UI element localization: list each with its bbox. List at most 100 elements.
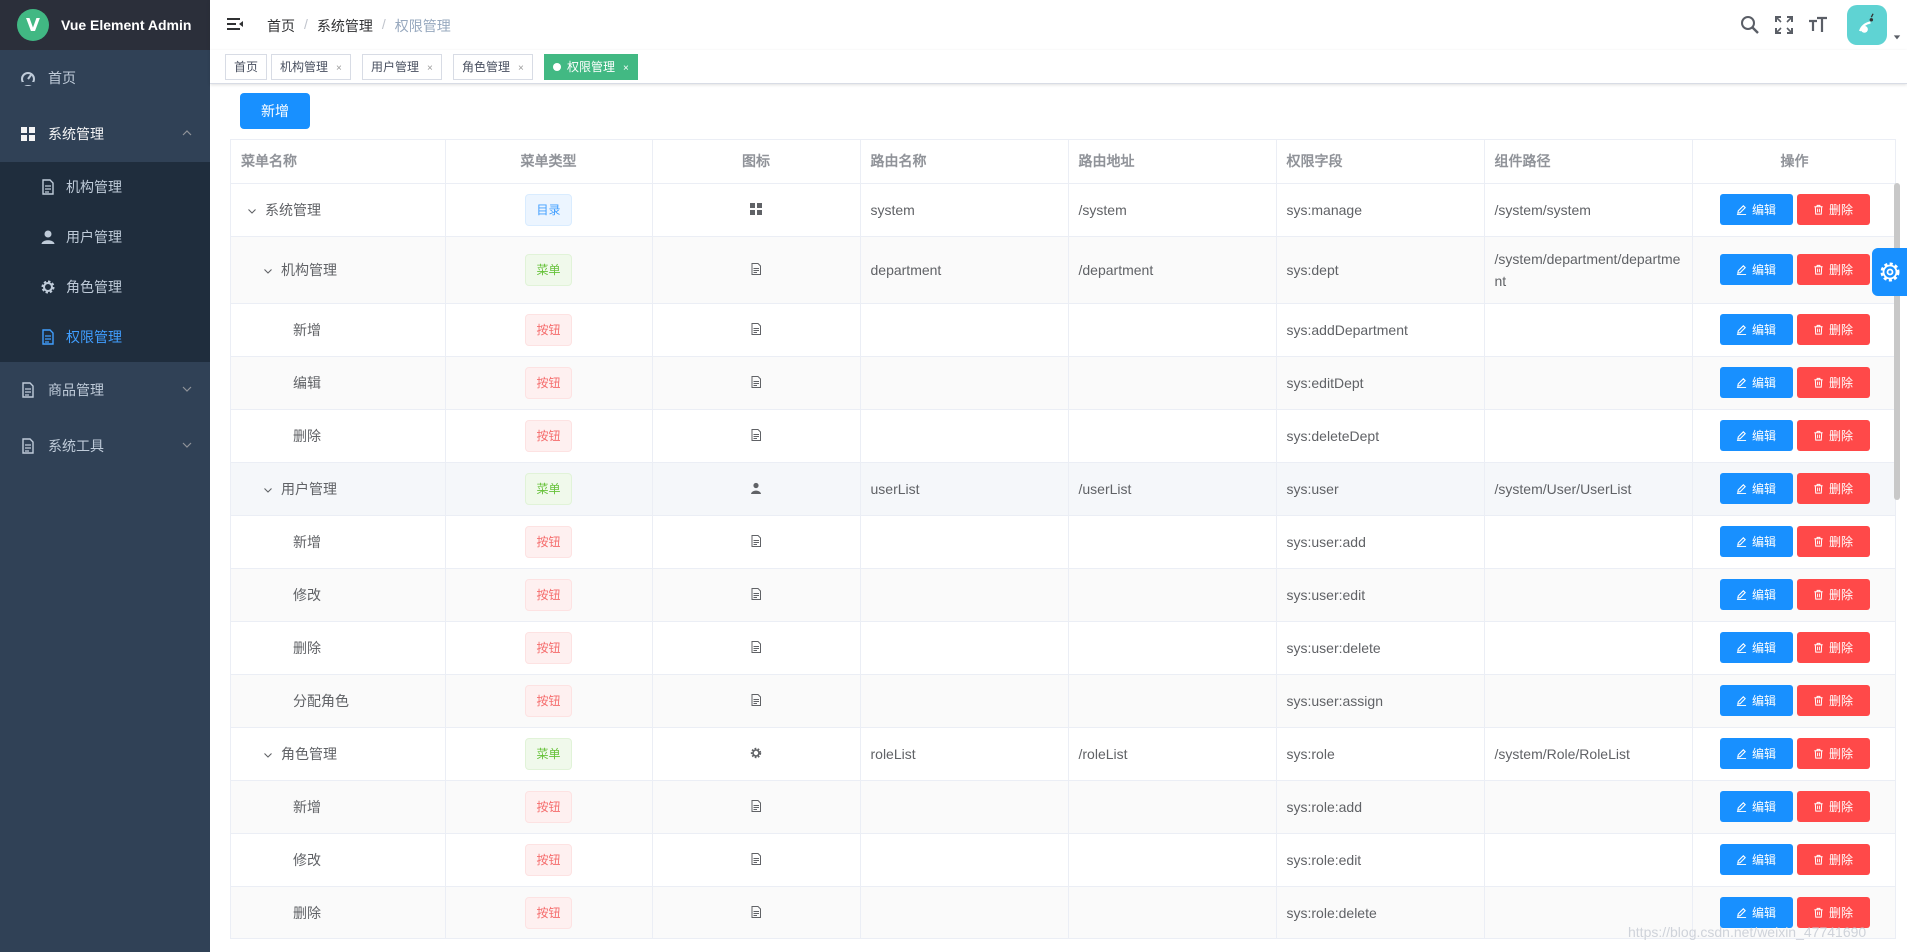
delete-button[interactable]: 删除 — [1796, 632, 1870, 663]
menu-type-badge: 按钮 — [525, 790, 572, 823]
watermark: https://blog.csdn.net/weixin_47741690 — [1628, 924, 1867, 940]
table-row: 删除 按钮 sys:user:delete 编辑 删除 — [231, 621, 1895, 675]
edit-button[interactable]: 编辑 — [1719, 254, 1793, 285]
tag-home[interactable]: 首页 — [225, 54, 268, 80]
edit-button[interactable]: 编辑 — [1719, 473, 1793, 504]
edit-label: 编辑 — [1751, 263, 1776, 277]
delete-button[interactable]: 删除 — [1796, 194, 1870, 225]
delete-button[interactable]: 删除 — [1796, 314, 1870, 345]
delete-label: 删除 — [1828, 263, 1853, 277]
tag-label: 首页 — [234, 60, 259, 74]
tree-expand-icon[interactable] — [263, 482, 275, 494]
sidebar-item-roles[interactable]: 角色管理 — [0, 262, 210, 312]
edit-button[interactable]: 编辑 — [1719, 314, 1793, 345]
trash-icon — [1814, 483, 1823, 494]
active-dot-icon — [553, 63, 561, 71]
sidebar-item-goods[interactable]: 商品管理 — [0, 362, 210, 418]
document-icon — [750, 640, 762, 656]
delete-button[interactable]: 删除 — [1796, 791, 1870, 822]
menu-name: 修改 — [293, 851, 321, 868]
permission-field: sys:deleteDept — [1286, 427, 1380, 444]
permission-field: sys:editDept — [1286, 374, 1364, 391]
fullscreen-icon[interactable] — [1767, 8, 1801, 42]
delete-button[interactable]: 删除 — [1796, 844, 1870, 875]
tag-label: 用户管理 — [371, 60, 420, 74]
tree-expand-icon[interactable] — [247, 203, 259, 215]
navbar: 首页 / 系统管理 / 权限管理 — [210, 0, 1907, 50]
edit-button[interactable]: 编辑 — [1719, 526, 1793, 557]
add-button[interactable]: 新增 — [240, 93, 310, 129]
close-icon[interactable]: × — [427, 63, 433, 74]
document-icon — [750, 587, 762, 603]
sidebar-item-users[interactable]: 用户管理 — [0, 212, 210, 262]
edit-button[interactable]: 编辑 — [1719, 420, 1793, 451]
edit-button[interactable]: 编辑 — [1719, 844, 1793, 875]
edit-icon — [1736, 265, 1747, 275]
tree-expand-icon[interactable] — [263, 263, 275, 275]
menu-name: 编辑 — [293, 374, 321, 391]
delete-button[interactable]: 删除 — [1796, 685, 1870, 716]
menu-name: 分配角色 — [293, 692, 349, 709]
delete-label: 删除 — [1828, 853, 1853, 867]
tree-expand-icon[interactable] — [263, 747, 275, 759]
breadcrumb-system[interactable]: 系统管理 — [317, 16, 373, 36]
edit-button[interactable]: 编辑 — [1719, 367, 1793, 398]
menu-type-badge: 按钮 — [525, 896, 572, 929]
edit-button[interactable]: 编辑 — [1719, 579, 1793, 610]
scrollbar[interactable] — [1894, 183, 1900, 500]
sidebar-item-system[interactable]: 系统管理 — [0, 106, 210, 162]
sidebar-item-department[interactable]: 机构管理 — [0, 162, 210, 212]
delete-button[interactable]: 删除 — [1796, 254, 1870, 285]
tag-label: 权限管理 — [567, 60, 616, 74]
tag-department[interactable]: 机构管理 × — [271, 54, 351, 80]
delete-label: 删除 — [1828, 429, 1853, 443]
delete-button[interactable]: 删除 — [1796, 367, 1870, 398]
trash-icon — [1814, 801, 1823, 812]
edit-label: 编辑 — [1751, 376, 1776, 390]
delete-button[interactable]: 删除 — [1796, 526, 1870, 557]
edit-icon — [1736, 325, 1747, 335]
route-name: roleList — [870, 745, 916, 762]
edit-button[interactable]: 编辑 — [1719, 632, 1793, 663]
trash-icon — [1814, 204, 1823, 215]
edit-icon — [1736, 205, 1747, 215]
caret-down-icon[interactable] — [1887, 5, 1907, 45]
delete-button[interactable]: 删除 — [1796, 420, 1870, 451]
sidebar-item-home[interactable]: 首页 — [0, 50, 210, 106]
close-icon[interactable]: × — [623, 63, 629, 74]
delete-button[interactable]: 删除 — [1796, 579, 1870, 610]
sidebar-item-tools[interactable]: 系统工具 — [0, 418, 210, 474]
edit-button[interactable]: 编辑 — [1719, 791, 1793, 822]
avatar[interactable] — [1847, 5, 1887, 45]
font-size-icon[interactable] — [1801, 8, 1835, 42]
edit-button[interactable]: 编辑 — [1719, 194, 1793, 225]
tag-permissions[interactable]: 权限管理 × — [544, 54, 638, 80]
settings-button[interactable] — [1872, 248, 1907, 296]
tag-roles[interactable]: 角色管理 × — [453, 54, 533, 80]
menu-type-badge: 按钮 — [525, 684, 572, 717]
close-icon[interactable]: × — [336, 63, 342, 74]
menu-type-badge: 菜单 — [525, 472, 572, 505]
breadcrumb-home[interactable]: 首页 — [267, 16, 295, 36]
edit-button[interactable]: 编辑 — [1719, 738, 1793, 769]
delete-label: 删除 — [1828, 203, 1853, 217]
search-icon[interactable] — [1733, 8, 1767, 42]
delete-button[interactable]: 删除 — [1796, 738, 1870, 769]
trash-icon — [1814, 377, 1823, 388]
trash-icon — [1814, 695, 1823, 706]
close-icon[interactable]: × — [518, 63, 524, 74]
sidebar-item-permissions[interactable]: 权限管理 — [0, 312, 210, 362]
edit-label: 编辑 — [1751, 747, 1776, 761]
edit-button[interactable]: 编辑 — [1719, 685, 1793, 716]
delete-label: 删除 — [1828, 906, 1853, 920]
edit-icon — [1736, 908, 1747, 918]
menu-name: 新增 — [293, 321, 321, 338]
tag-users[interactable]: 用户管理 × — [362, 54, 442, 80]
trash-icon — [1814, 748, 1823, 759]
logo-bar[interactable]: V Vue Element Admin — [0, 0, 210, 50]
table-row: 角色管理 菜单 roleList/roleList sys:role/system/R… — [231, 727, 1895, 781]
tag-label: 角色管理 — [462, 60, 511, 74]
edit-label: 编辑 — [1751, 906, 1776, 920]
hamburger-icon[interactable] — [225, 15, 245, 35]
delete-button[interactable]: 删除 — [1796, 473, 1870, 504]
